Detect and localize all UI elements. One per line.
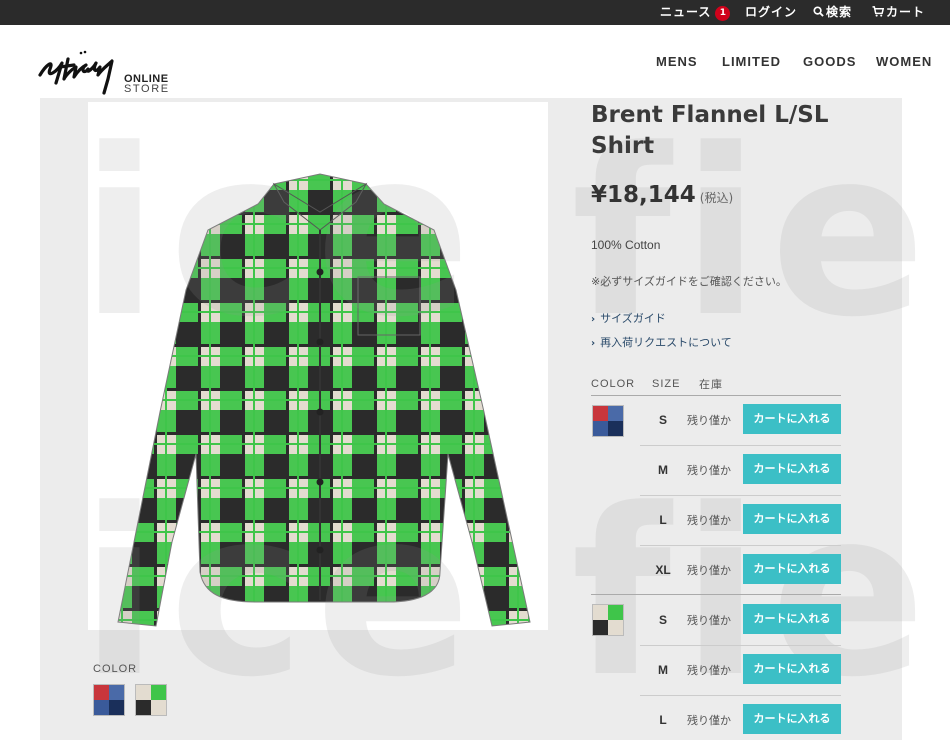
stock-status: 残り僅か bbox=[687, 714, 731, 727]
stock-status: 残り僅か bbox=[687, 564, 731, 577]
size-label: M bbox=[658, 463, 668, 477]
row-divider bbox=[640, 645, 841, 646]
cart-label: カート bbox=[886, 5, 926, 19]
row-divider bbox=[640, 445, 841, 446]
nav-mens[interactable]: MENS bbox=[656, 54, 698, 69]
row-divider bbox=[640, 495, 841, 496]
color-swatch-green-black[interactable] bbox=[135, 684, 167, 716]
stussy-logo[interactable] bbox=[34, 39, 124, 95]
color-swatch-blue-red[interactable] bbox=[93, 684, 125, 716]
stock-status: 残り僅か bbox=[687, 614, 731, 627]
add-to-cart-button[interactable]: カートに入れる bbox=[743, 504, 841, 534]
stock-status: 残り僅か bbox=[687, 414, 731, 427]
add-to-cart-button[interactable]: カートに入れる bbox=[743, 454, 841, 484]
size-label: L bbox=[659, 513, 667, 527]
row-divider bbox=[640, 695, 841, 696]
row-divider bbox=[640, 545, 841, 546]
color-label: COLOR bbox=[93, 663, 138, 675]
add-to-cart-button[interactable]: カートに入れる bbox=[743, 604, 841, 634]
stock-status: 残り僅か bbox=[687, 514, 731, 527]
table-header-divider bbox=[591, 395, 841, 396]
store-label: STORE bbox=[124, 83, 170, 95]
news-link[interactable]: ニュース 1 bbox=[660, 0, 731, 25]
size-label: M bbox=[658, 663, 668, 677]
plaid-shirt-image bbox=[117, 173, 531, 627]
nav-goods[interactable]: GOODS bbox=[803, 54, 856, 69]
restock-request-link[interactable]: › 再入荷リクエストについて bbox=[591, 334, 732, 350]
size-label: XL bbox=[655, 563, 671, 577]
stock-status: 残り僅か bbox=[687, 464, 731, 477]
restock-link-label: 再入荷リクエストについて bbox=[600, 336, 732, 349]
size-guide-link[interactable]: › サイズガイド bbox=[591, 310, 666, 326]
tax-label: (税込) bbox=[699, 191, 734, 205]
row-color-swatch-blue-red bbox=[592, 405, 624, 437]
news-count-badge: 1 bbox=[715, 6, 731, 21]
product-title: Brent Flannel L/SL Shirt bbox=[591, 102, 829, 159]
search-link[interactable]: 検索 bbox=[813, 0, 852, 25]
stock-status: 残り僅か bbox=[687, 664, 731, 677]
size-guide-link-label: サイズガイド bbox=[600, 312, 666, 325]
table-header-color: COLOR bbox=[591, 378, 636, 390]
size-label: S bbox=[658, 613, 667, 627]
add-to-cart-button[interactable]: カートに入れる bbox=[743, 704, 841, 734]
color-group-divider bbox=[591, 594, 841, 595]
nav-women[interactable]: WOMEN bbox=[876, 54, 932, 69]
chevron-right-icon: › bbox=[591, 314, 596, 325]
nav-limited[interactable]: LIMITED bbox=[722, 54, 781, 69]
login-link[interactable]: ログイン bbox=[745, 0, 797, 25]
add-to-cart-button[interactable]: カートに入れる bbox=[743, 404, 841, 434]
row-color-swatch-green-black bbox=[592, 604, 624, 636]
table-header-size: SIZE bbox=[652, 378, 681, 390]
table-header-stock: 在庫 bbox=[699, 379, 723, 391]
chevron-right-icon: › bbox=[591, 338, 596, 349]
cart-icon bbox=[872, 6, 885, 17]
search-icon bbox=[813, 6, 824, 17]
search-label: 検索 bbox=[826, 5, 853, 19]
top-bar: ニュース 1 ログイン 検索 カート bbox=[0, 0, 950, 25]
size-guide-note: ※必ずサイズガイドをご確認ください。 bbox=[591, 275, 787, 288]
news-label: ニュース bbox=[660, 5, 712, 19]
material-text: 100% Cotton bbox=[591, 238, 661, 252]
add-to-cart-button[interactable]: カートに入れる bbox=[743, 554, 841, 584]
add-to-cart-button[interactable]: カートに入れる bbox=[743, 654, 841, 684]
product-image[interactable] bbox=[88, 102, 548, 630]
size-label: L bbox=[659, 713, 667, 727]
price-value: ¥18,144 bbox=[591, 182, 696, 208]
cart-link[interactable]: カート bbox=[872, 0, 925, 25]
product-price: ¥18,144 (税込) bbox=[591, 182, 733, 208]
size-label: S bbox=[658, 413, 667, 427]
